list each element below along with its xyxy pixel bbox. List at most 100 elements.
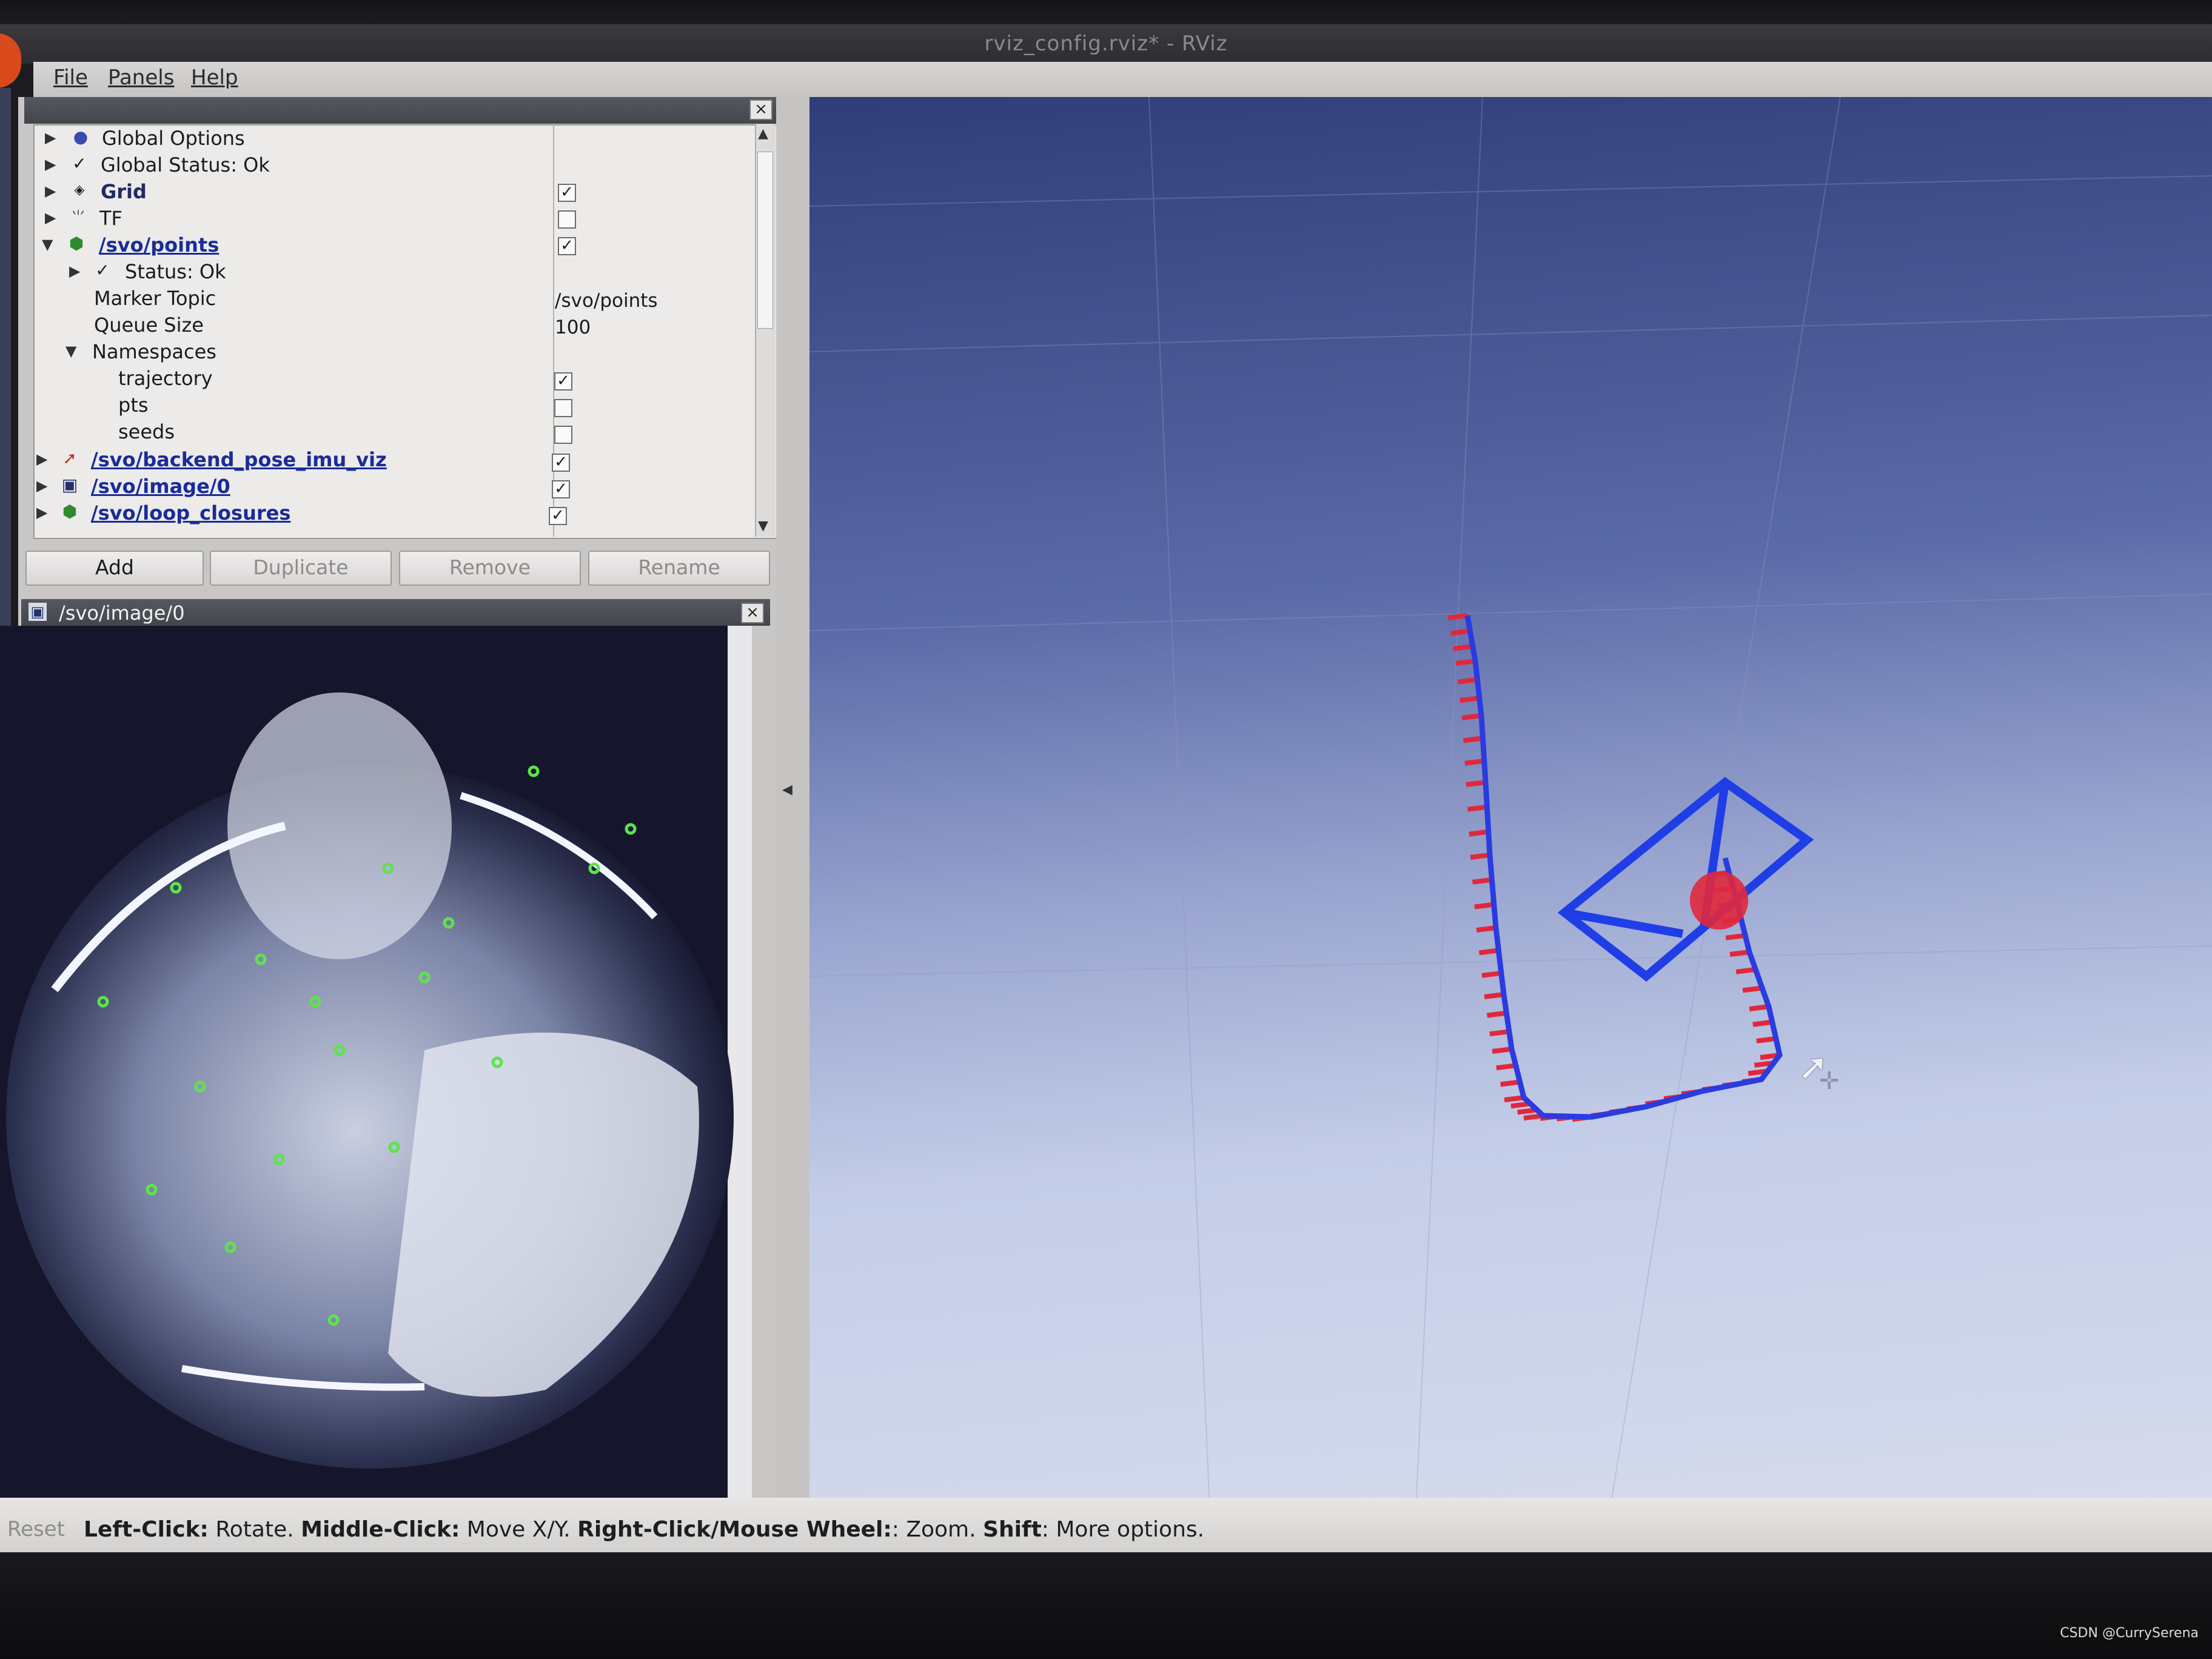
marker-cube-icon: ⬢: [69, 233, 84, 253]
backend-pose-checkbox[interactable]: ✓: [552, 454, 570, 472]
monitor-bezel-bottom: [0, 1552, 2212, 1659]
pose-arrow: [1481, 970, 1502, 978]
tree-row-global-options[interactable]: ▶ ● Global Options: [36, 127, 552, 151]
svo-points-enabled-checkbox[interactable]: ✓: [558, 237, 576, 255]
panel-splitter[interactable]: ◀: [776, 97, 809, 1510]
collapse-arrow-icon[interactable]: ◀: [782, 782, 793, 797]
pose-arrow: [1457, 677, 1478, 685]
hint-right-click-key: Right-Click/Mouse Wheel:: [577, 1517, 892, 1542]
menu-file[interactable]: File: [53, 65, 88, 90]
pose-arrow: [1489, 1029, 1510, 1037]
scroll-down-arrow-icon[interactable]: ▼: [758, 518, 768, 534]
pose-arrow: [1460, 695, 1480, 703]
pose-arrow: [1472, 877, 1492, 885]
pose-arrow-cluster: [1690, 871, 1748, 930]
pose-arrow: [1478, 948, 1499, 956]
3d-render-viewport[interactable]: ➚ ✛: [809, 96, 2212, 1510]
tree-row-tf[interactable]: ▶ ⺌ TF: [36, 207, 552, 231]
pose-arrow: [1474, 902, 1495, 910]
expand-arrow-icon[interactable]: ▶: [36, 451, 47, 468]
pose-arrow: [1463, 736, 1483, 743]
hint-left-click-key: Left-Click:: [84, 1517, 209, 1542]
menu-help[interactable]: Help: [191, 65, 238, 90]
add-display-button[interactable]: Add: [25, 551, 204, 586]
expand-arrow-icon[interactable]: ▶: [45, 209, 56, 226]
tree-row-marker-topic[interactable]: Marker Topic: [94, 287, 552, 311]
camera-frustum: [1557, 777, 1814, 982]
tree-row-loop-closures[interactable]: ▶ ⬢ /svo/loop_closures: [30, 501, 552, 526]
displays-close-button[interactable]: ×: [749, 99, 773, 120]
trajectory-checkbox[interactable]: ✓: [554, 372, 572, 390]
tree-scroll-thumb[interactable]: [757, 152, 773, 329]
tree-row-grid[interactable]: ▶ ◈ Grid: [36, 180, 552, 204]
scroll-up-arrow-icon[interactable]: ▲: [758, 126, 768, 141]
image-panel-title: /svo/image/0: [59, 602, 185, 625]
tree-row-points-status[interactable]: ▶ ✓ Status: Ok: [61, 260, 552, 284]
tree-column-divider[interactable]: [553, 124, 554, 537]
pose-arrow: [1453, 644, 1473, 651]
tree-row-ns-trajectory[interactable]: trajectory: [118, 367, 552, 391]
image-panel-close-button[interactable]: ×: [741, 603, 764, 623]
expand-arrow-icon[interactable]: ▶: [45, 183, 56, 199]
pose-arrow: [1461, 713, 1482, 720]
pose-arrow: [1447, 613, 1468, 620]
status-hint: Left-Click: Rotate. Middle-Click: Move X…: [84, 1517, 1204, 1542]
pose-arrow: [1466, 780, 1486, 787]
tree-row-svo-points[interactable]: ▼ ⬢ /svo/points: [33, 233, 552, 258]
image-0-checkbox[interactable]: ✓: [552, 480, 570, 498]
collapse-arrow-icon[interactable]: ▼: [65, 343, 76, 360]
displays-panel-header: [24, 97, 776, 124]
pose-arrow-icon: ➚: [62, 448, 77, 468]
duplicate-display-button[interactable]: Duplicate: [210, 551, 392, 586]
tree-row-image-0[interactable]: ▶ ▣ /svo/image/0: [30, 475, 552, 499]
fisheye-camera-image: [0, 626, 752, 1502]
tf-enabled-checkbox[interactable]: [558, 210, 576, 229]
tree-row-backend-pose[interactable]: ▶ ➚ /svo/backend_pose_imu_viz: [30, 448, 552, 472]
grid-icon: ◈: [74, 183, 85, 198]
pose-arrow: [1725, 933, 1746, 940]
tree-row-queue-size[interactable]: Queue Size: [94, 313, 552, 338]
globe-icon: ●: [73, 127, 89, 147]
image-panel-header: ▣ /svo/image/0: [21, 599, 770, 626]
check-icon: ✓: [95, 260, 110, 280]
trajectory-scene: [809, 96, 2212, 1510]
menu-bar: [33, 62, 2212, 97]
collapse-arrow-icon[interactable]: ▼: [42, 236, 53, 253]
expand-arrow-icon[interactable]: ▶: [45, 129, 56, 146]
pose-arrow: [1504, 1095, 1524, 1102]
grid-enabled-checkbox[interactable]: ✓: [558, 184, 576, 202]
seeds-checkbox[interactable]: [554, 426, 572, 444]
camera-image-view: [0, 626, 752, 1502]
pose-arrow: [1469, 829, 1489, 837]
pose-arrow: [1484, 992, 1504, 999]
menu-panels[interactable]: Panels: [108, 65, 174, 90]
tree-row-global-status[interactable]: ▶ ✓ Global Status: Ok: [36, 153, 552, 178]
rename-display-button[interactable]: Rename: [588, 551, 770, 586]
pose-arrow: [1752, 1019, 1773, 1027]
tree-row-ns-seeds[interactable]: seeds: [118, 420, 552, 444]
expand-arrow-icon[interactable]: ▶: [45, 156, 56, 173]
tree-row-ns-pts[interactable]: pts: [118, 394, 552, 418]
remove-display-button[interactable]: Remove: [399, 551, 581, 586]
marker-topic-value[interactable]: /svo/points: [555, 290, 658, 312]
pose-arrow: [1735, 967, 1756, 974]
loop-closures-checkbox[interactable]: ✓: [549, 507, 567, 525]
expand-arrow-icon[interactable]: ▶: [36, 504, 47, 521]
tree-row-namespaces[interactable]: ▼ Namespaces: [61, 340, 552, 364]
expand-arrow-icon[interactable]: ▶: [36, 477, 47, 494]
pose-arrow: [1467, 804, 1487, 812]
marker-cube-icon: ⬢: [62, 501, 78, 521]
pose-arrow: [1500, 1079, 1521, 1087]
queue-size-value[interactable]: 100: [555, 317, 591, 338]
expand-arrow-icon[interactable]: ▶: [69, 263, 80, 280]
window-title: rviz_config.rviz* - RViz: [984, 32, 1228, 56]
pose-arrow: [1476, 925, 1496, 933]
image-icon: ▣: [28, 603, 47, 621]
hint-shift-key: Shift: [983, 1517, 1042, 1542]
hint-middle-click-key: Middle-Click:: [301, 1517, 460, 1542]
pose-arrow: [1486, 1010, 1507, 1018]
pts-checkbox[interactable]: [554, 399, 572, 417]
hint-right-click-action: : Zoom.: [891, 1517, 984, 1542]
reset-button[interactable]: Reset: [7, 1517, 65, 1541]
image-icon: ▣: [61, 475, 78, 495]
